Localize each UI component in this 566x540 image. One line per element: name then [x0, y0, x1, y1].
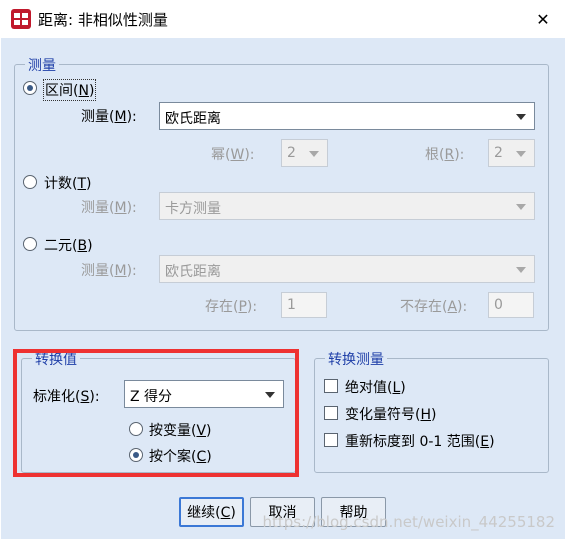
interval-radio[interactable] [23, 81, 37, 95]
absent-label: 不存在(A): [400, 299, 468, 315]
absolute-label[interactable]: 绝对值(L) [345, 377, 406, 397]
absent-value: 0 [494, 297, 503, 313]
rescale-checkbox[interactable] [324, 433, 338, 447]
present-input[interactable]: 1 [281, 292, 327, 318]
power-value: 2 [287, 145, 296, 161]
title-bar: 距离: 非相似性测量 ✕ [0, 0, 566, 38]
absent-input[interactable]: 0 [488, 292, 534, 318]
chevron-down-icon [516, 204, 526, 210]
interval-radio-label[interactable]: 区间(N) [43, 79, 97, 101]
rescale-label[interactable]: 重新标度到 0-1 范围(E) [345, 431, 495, 451]
binary-radio[interactable] [23, 237, 37, 251]
close-button[interactable]: ✕ [520, 0, 566, 38]
app-icon [11, 9, 31, 29]
interval-measure-combo[interactable]: 欧氏距离 [159, 102, 535, 130]
highlight-box [13, 349, 299, 477]
continue-button[interactable]: 继续(C) [179, 497, 244, 527]
window-title: 距离: 非相似性测量 [38, 11, 168, 29]
binary-measure-combo[interactable]: 欧氏距离 [159, 255, 535, 283]
interval-measure-label: 测量(M): [81, 109, 137, 125]
present-label: 存在(P): [205, 299, 258, 315]
counts-measure-combo[interactable]: 卡方测量 [159, 192, 535, 220]
counts-radio[interactable] [23, 175, 37, 189]
absolute-checkbox[interactable] [324, 379, 338, 393]
counts-radio-label[interactable]: 计数(T) [44, 173, 92, 193]
binary-radio-label[interactable]: 二元(B) [44, 235, 93, 255]
binary-measure-label: 测量(M): [81, 263, 137, 279]
transform-measures-legend: 转换测量 [325, 349, 387, 369]
measure-group-legend: 测量 [25, 55, 59, 75]
dialog-body: 测量 区间(N) 测量(M): 欧氏距离 幂(W): 2 根(R): 2 计数(… [1, 38, 565, 539]
root-combo[interactable]: 2 [488, 139, 535, 167]
close-icon: ✕ [536, 9, 550, 29]
change-sign-label[interactable]: 变化量符号(H) [345, 404, 436, 424]
power-combo[interactable]: 2 [281, 139, 328, 167]
chevron-down-icon [516, 114, 526, 120]
chevron-down-icon [516, 267, 526, 273]
counts-measure-label: 测量(M): [81, 200, 137, 216]
continue-button-label: 继续(C) [187, 505, 236, 521]
binary-measure-value: 欧氏距离 [165, 264, 221, 280]
counts-measure-value: 卡方测量 [165, 201, 221, 217]
power-label: 幂(W): [211, 147, 255, 163]
interval-measure-value: 欧氏距离 [165, 111, 221, 127]
root-value: 2 [494, 145, 503, 161]
watermark-text: https://blog.csdn.net/weixin_44255182 [262, 513, 555, 531]
chevron-down-icon [309, 151, 319, 157]
present-value: 1 [287, 297, 296, 313]
root-label: 根(R): [425, 147, 465, 163]
change-sign-checkbox[interactable] [324, 406, 338, 420]
chevron-down-icon [516, 151, 526, 157]
